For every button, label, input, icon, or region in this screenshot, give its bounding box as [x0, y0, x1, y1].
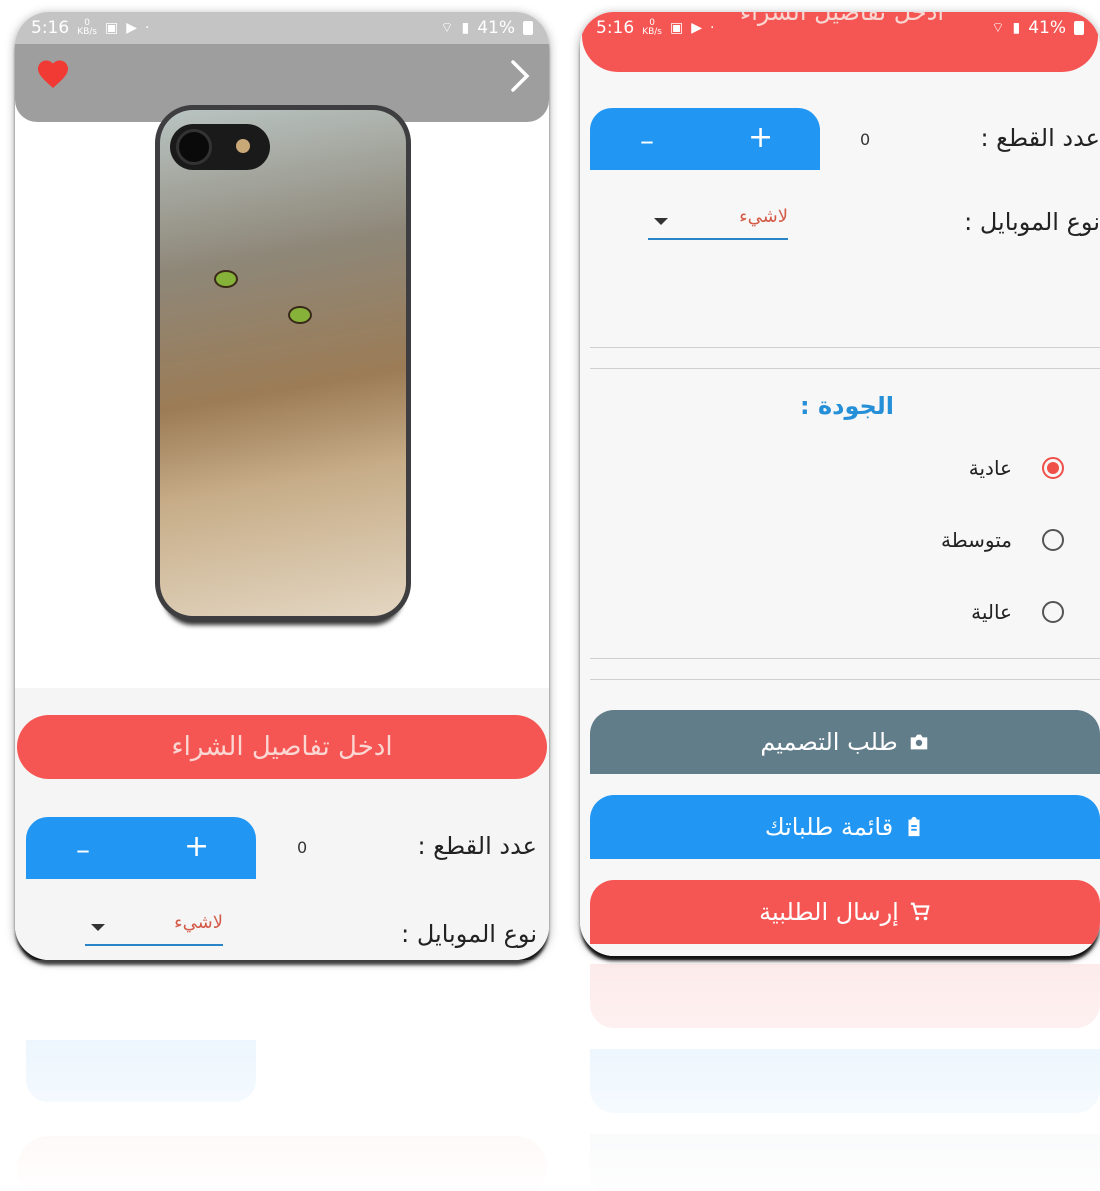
network-speed: 0 KB/s — [642, 18, 662, 37]
radio-icon[interactable] — [1042, 529, 1064, 551]
gallery-icon: ▣ — [105, 20, 119, 36]
quantity-value: 0 — [860, 130, 871, 149]
battery-level: 41% — [1028, 18, 1066, 38]
divider — [590, 658, 1100, 659]
dropdown-arrow-icon — [654, 218, 668, 225]
radio-icon[interactable] — [1042, 601, 1064, 623]
right-phone-screen: ادخل تفاصيل الشراء 5:16 0 KB/s ▣ ▶ · ⌔ ▮ … — [580, 12, 1100, 956]
design-request-label: طلب التصميم — [760, 728, 898, 756]
plus-button[interactable]: + — [748, 120, 773, 155]
send-order-label: إرسال الطلبية — [759, 898, 899, 926]
plus-button[interactable]: + — [184, 829, 209, 864]
signal-icon: ▮ — [461, 20, 470, 36]
cat-photo — [160, 110, 406, 616]
divider — [590, 347, 1100, 348]
status-time: 5:16 — [31, 18, 70, 38]
battery-icon — [523, 21, 533, 35]
camera-icon — [170, 124, 270, 170]
quantity-label: عدد القطع : — [980, 124, 1100, 152]
product-image — [155, 105, 411, 621]
quality-title: الجودة : — [800, 392, 895, 420]
gallery-icon: ▣ — [670, 20, 684, 36]
battery-level: 41% — [477, 18, 515, 38]
chevron-right-icon[interactable] — [505, 56, 535, 96]
cart-icon — [910, 902, 930, 921]
status-bar: 5:16 0 KB/s ▣ ▶ · ⌔ ▮ 41% — [580, 12, 1100, 44]
network-speed: 0 KB/s — [77, 18, 97, 37]
my-orders-label: قائمة طلباتك — [764, 813, 894, 841]
reflection-fade — [0, 960, 1100, 1191]
mobile-type-value: لاشيء — [174, 912, 223, 933]
radio-label: عالية — [971, 600, 1012, 624]
purchase-details-button[interactable]: ادخل تفاصيل الشراء — [17, 715, 547, 779]
mobile-type-dropdown[interactable]: لاشيء — [648, 206, 788, 240]
quantity-stepper[interactable]: – + — [26, 817, 256, 879]
my-orders-button[interactable]: قائمة طلباتك — [590, 795, 1100, 859]
radio-selected-icon[interactable] — [1042, 457, 1064, 479]
radio-label: عادية — [968, 456, 1012, 480]
mobile-type-label: نوع الموبايل : — [964, 208, 1100, 236]
minus-button[interactable]: – — [76, 833, 90, 866]
wifi-icon: ⌔ — [991, 20, 1005, 36]
cat-eye — [214, 270, 238, 288]
mobile-type-value: لاشيء — [739, 206, 788, 227]
quality-option-medium[interactable]: متوسطة — [941, 525, 1064, 555]
dropdown-arrow-icon — [91, 924, 105, 931]
clipboard-icon — [908, 816, 920, 837]
send-order-button[interactable]: إرسال الطلبية — [590, 880, 1100, 944]
left-phone-screen: 5:16 0 KB/s ▣ ▶ · ⌔ ▮ 41% ادخل تفاصيل ال… — [15, 12, 549, 960]
quantity-label: عدد القطع : — [417, 832, 537, 860]
divider — [590, 368, 1100, 369]
divider — [590, 679, 1100, 680]
dot-icon: · — [145, 20, 150, 36]
quality-option-normal[interactable]: عادية — [969, 453, 1064, 483]
radio-label: متوسطة — [941, 528, 1012, 552]
status-time: 5:16 — [596, 18, 635, 38]
battery-icon — [1074, 21, 1084, 35]
camera-bag-icon — [910, 734, 927, 750]
play-store-icon: ▶ — [691, 20, 703, 36]
cat-eye — [288, 306, 312, 324]
wifi-icon: ⌔ — [440, 20, 454, 36]
mobile-type-label: نوع الموبايل : — [401, 920, 537, 948]
quality-option-high[interactable]: عالية — [971, 597, 1064, 627]
quantity-value: 0 — [297, 838, 308, 857]
design-request-button[interactable]: طلب التصميم — [590, 710, 1100, 774]
signal-icon: ▮ — [1012, 20, 1021, 36]
quantity-stepper[interactable]: – + — [590, 108, 820, 170]
heart-icon[interactable] — [35, 56, 71, 92]
status-bar: 5:16 0 KB/s ▣ ▶ · ⌔ ▮ 41% — [15, 12, 549, 44]
minus-button[interactable]: – — [640, 124, 654, 157]
play-store-icon: ▶ — [126, 20, 138, 36]
dot-icon: · — [710, 20, 715, 36]
mobile-type-dropdown[interactable]: لاشيء — [85, 912, 223, 946]
